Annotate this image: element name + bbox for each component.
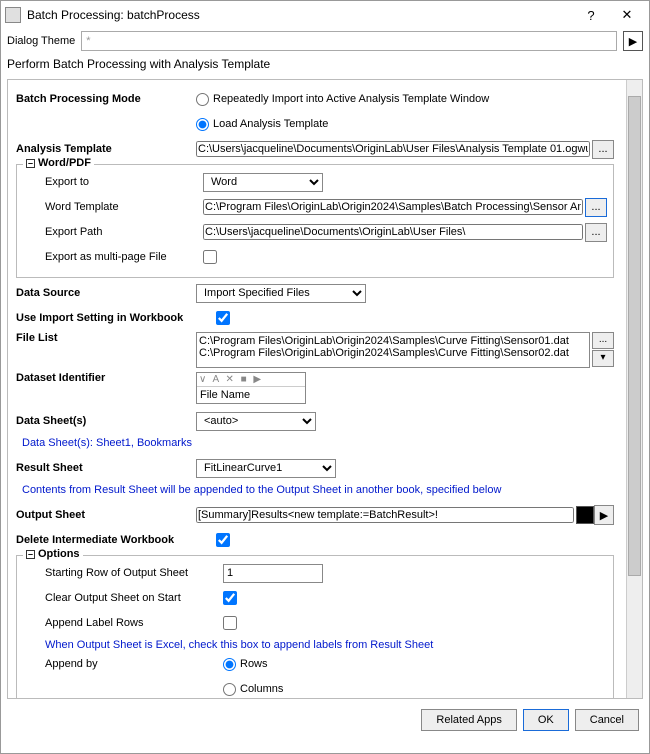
mode-radio-load[interactable]: Load Analysis Template: [196, 118, 328, 131]
export-path-browse-button[interactable]: ...: [585, 223, 607, 242]
multipage-checkbox[interactable]: [203, 250, 217, 264]
start-row-label: Starting Row of Output Sheet: [23, 567, 223, 579]
data-sheets-select[interactable]: <auto>: [196, 412, 316, 431]
window-title: Batch Processing: batchProcess: [27, 8, 573, 22]
mode-label: Batch Processing Mode: [16, 93, 196, 105]
file-list-label: File List: [16, 332, 196, 344]
main-panel: Batch Processing Mode Repeatedly Import …: [7, 79, 643, 699]
app-icon: [5, 7, 21, 23]
use-import-label: Use Import Setting in Workbook: [16, 312, 216, 324]
options-hint: When Output Sheet is Excel, check this b…: [23, 637, 607, 653]
dataset-identifier-box[interactable]: ∨ A ✕ ■ ▶ File Name: [196, 372, 306, 404]
result-sheet-select[interactable]: FitLinearCurve1: [196, 459, 336, 478]
word-template-browse-button[interactable]: ...: [585, 198, 607, 217]
export-path-label: Export Path: [23, 226, 203, 238]
data-source-select[interactable]: Import Specified Files: [196, 284, 366, 303]
collapse-icon[interactable]: –: [26, 550, 35, 559]
data-sheets-hint: Data Sheet(s): Sheet1, Bookmarks: [16, 435, 614, 451]
export-to-label: Export to: [23, 176, 203, 188]
clear-output-label: Clear Output Sheet on Start: [23, 592, 223, 604]
append-by-cols[interactable]: Columns: [223, 683, 283, 696]
clear-output-checkbox[interactable]: [223, 591, 237, 605]
help-button[interactable]: ?: [573, 3, 609, 27]
wordpdf-group: –Word/PDF Export to Word Word Template .…: [16, 164, 614, 278]
delete-workbook-label: Delete Intermediate Workbook: [16, 534, 216, 546]
result-sheet-hint: Contents from Result Sheet will be appen…: [16, 482, 614, 498]
dialog-theme-input[interactable]: [81, 31, 617, 51]
file-list-menu-button[interactable]: ▾: [592, 350, 614, 367]
file-list-box[interactable]: C:\Program Files\OriginLab\Origin2024\Sa…: [196, 332, 590, 368]
dialog-subtitle: Perform Batch Processing with Analysis T…: [1, 53, 649, 75]
related-apps-button[interactable]: Related Apps: [421, 709, 516, 731]
ok-button[interactable]: OK: [523, 709, 569, 731]
file-list-browse-button[interactable]: ...: [592, 332, 614, 349]
template-label: Analysis Template: [16, 143, 196, 155]
output-sheet-color-button[interactable]: [576, 506, 594, 524]
append-by-rows[interactable]: Rows: [223, 658, 268, 671]
cancel-button[interactable]: Cancel: [575, 709, 639, 731]
data-source-label: Data Source: [16, 287, 196, 299]
template-browse-button[interactable]: ...: [592, 140, 614, 159]
scrollbar[interactable]: [626, 80, 642, 698]
mode-radio-repeat[interactable]: Repeatedly Import into Active Analysis T…: [196, 93, 614, 106]
append-labels-label: Append Label Rows: [23, 617, 223, 629]
export-path-input[interactable]: [203, 224, 583, 240]
template-input[interactable]: [196, 141, 590, 157]
multipage-label: Export as multi-page File: [23, 251, 203, 263]
close-button[interactable]: ✕: [609, 3, 645, 27]
theme-play-icon[interactable]: ▶: [623, 31, 643, 51]
options-group: –Options Starting Row of Output Sheet Cl…: [16, 555, 614, 698]
output-sheet-menu-button[interactable]: ▶: [594, 505, 614, 525]
titlebar: Batch Processing: batchProcess ? ✕: [1, 1, 649, 29]
export-to-select[interactable]: Word: [203, 173, 323, 192]
word-template-input[interactable]: [203, 199, 583, 215]
delete-workbook-checkbox[interactable]: [216, 533, 230, 547]
data-sheets-label: Data Sheet(s): [16, 415, 196, 427]
result-sheet-label: Result Sheet: [16, 462, 196, 474]
start-row-input[interactable]: [223, 564, 323, 583]
output-sheet-input[interactable]: [196, 507, 574, 523]
use-import-checkbox[interactable]: [216, 311, 230, 325]
dialog-theme-label: Dialog Theme: [7, 35, 75, 47]
dataset-identifier-toolbar[interactable]: ∨ A ✕ ■ ▶: [197, 373, 305, 387]
scrollbar-thumb[interactable]: [628, 96, 641, 576]
append-labels-checkbox[interactable]: [223, 616, 237, 630]
append-by-label: Append by: [23, 658, 223, 670]
footer: Related Apps OK Cancel: [1, 703, 649, 737]
output-sheet-label: Output Sheet: [16, 509, 196, 521]
word-template-label: Word Template: [23, 201, 203, 213]
dataset-identifier-label: Dataset Identifier: [16, 372, 196, 384]
collapse-icon[interactable]: –: [26, 159, 35, 168]
